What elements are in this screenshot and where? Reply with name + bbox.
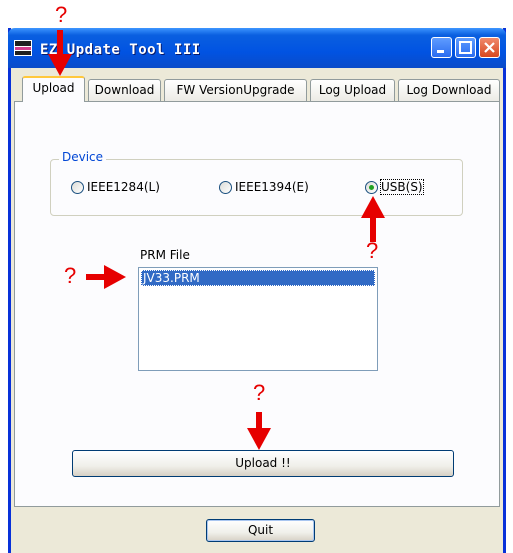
arrow-down-icon — [48, 30, 72, 76]
tab-log-upload-label: Log Upload — [318, 83, 387, 97]
radio-ieee1394-label[interactable]: IEEE1394(E) — [235, 180, 309, 194]
tab-log-upload[interactable]: Log Upload — [310, 79, 395, 101]
tab-fw-version-upgrade[interactable]: FW VersionUpgrade — [164, 79, 307, 101]
arrow-up-icon — [361, 196, 385, 242]
radio-usb-label[interactable]: USB(S) — [380, 179, 424, 195]
radio-ieee1284[interactable] — [71, 181, 84, 194]
tab-download[interactable]: Download — [88, 79, 161, 101]
maximize-icon — [459, 41, 472, 54]
list-item[interactable]: JV33.PRM — [141, 270, 375, 286]
quit-button-label: Quit — [247, 523, 274, 537]
question-mark-annotation: ? — [64, 263, 77, 288]
minimize-icon — [437, 50, 444, 53]
device-group-label: Device — [59, 150, 107, 164]
prm-file-label: PRM File — [140, 248, 190, 262]
arrow-right-icon — [86, 265, 126, 289]
tab-upload[interactable]: Upload — [22, 76, 85, 102]
radio-ieee1394[interactable] — [219, 181, 232, 194]
arrow-down-icon — [247, 412, 271, 450]
title-bar[interactable]: EZ Update Tool III — [8, 28, 506, 68]
close-icon — [484, 42, 495, 53]
upload-button-label: Upload !! — [235, 456, 291, 470]
prm-file-listbox[interactable]: JV33.PRM — [138, 267, 378, 371]
tab-log-download-label: Log Download — [406, 83, 492, 97]
tab-download-label: Download — [94, 83, 155, 97]
quit-button[interactable]: Quit — [206, 519, 315, 542]
tab-fw-version-upgrade-label: FW VersionUpgrade — [176, 83, 295, 97]
minimize-button[interactable] — [431, 37, 452, 58]
question-mark-annotation: ? — [253, 380, 266, 405]
radio-ieee1284-label[interactable]: IEEE1284(L) — [87, 180, 160, 194]
question-mark-annotation: ? — [55, 2, 68, 27]
upload-button[interactable]: Upload !! — [72, 450, 454, 477]
tab-upload-label: Upload — [32, 81, 75, 95]
close-button[interactable] — [479, 37, 500, 58]
app-icon — [14, 40, 32, 56]
radio-usb[interactable] — [365, 181, 378, 194]
tab-log-download[interactable]: Log Download — [398, 79, 500, 101]
maximize-button[interactable] — [455, 37, 476, 58]
